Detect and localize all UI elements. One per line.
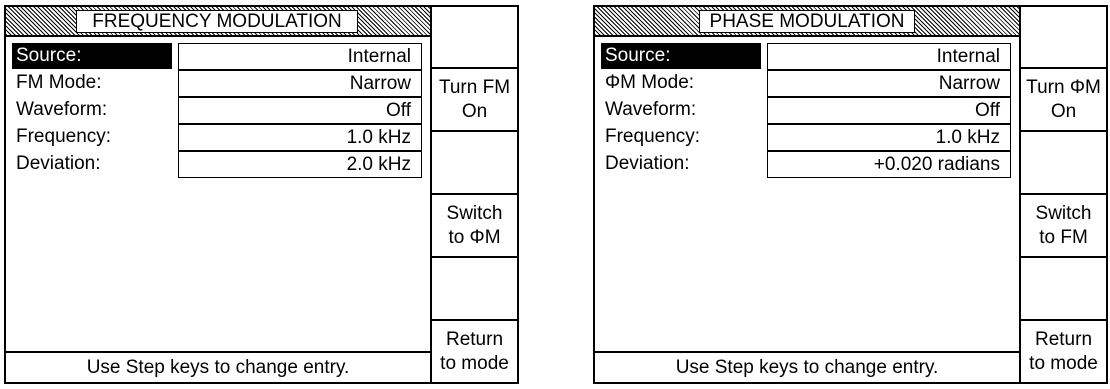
fm-source-label: Source: (12, 43, 172, 69)
pm-softkey-1[interactable] (1021, 7, 1106, 69)
pm-switch-line1: Switch (1035, 202, 1092, 224)
pm-source-value[interactable]: Internal (767, 43, 1011, 70)
pm-turn-on-softkey[interactable]: Turn ΦM On (1021, 69, 1106, 132)
pm-softkey-5[interactable] (1021, 258, 1106, 321)
fm-row-deviation[interactable]: Deviation: 2.0 kHz (12, 151, 422, 178)
fm-row-waveform[interactable]: Waveform: Off (12, 97, 422, 124)
pm-softkey-3[interactable] (1021, 132, 1106, 195)
pm-softkey-column: Turn ΦM On Switch to FM Return to mode (1019, 7, 1106, 382)
fm-deviation-label: Deviation: (16, 153, 101, 174)
fm-waveform-label: Waveform: (16, 99, 108, 120)
pm-waveform-label: Waveform: (605, 99, 697, 120)
pm-turn-on-line2: On (1050, 100, 1077, 122)
fm-softkey-1[interactable] (432, 7, 517, 69)
pm-source-label: Source: (601, 43, 761, 69)
fm-parameter-list: Source: Internal FM Mode: Narrow Wavefor… (12, 43, 422, 178)
fm-frequency-label: Frequency: (16, 126, 112, 147)
fm-frequency-value[interactable]: 1.0 kHz (178, 124, 422, 151)
fm-mode-label: FM Mode: (16, 72, 102, 93)
fm-softkey-3[interactable] (432, 132, 517, 195)
pm-return-line1: Return (1034, 328, 1093, 350)
pm-switch-line2: to FM (1039, 226, 1088, 248)
pm-row-waveform[interactable]: Waveform: Off (601, 97, 1011, 124)
fm-switch-line2: to ΦM (448, 226, 501, 248)
fm-turn-on-line1: Turn FM (438, 76, 511, 98)
pm-row-frequency[interactable]: Frequency: 1.0 kHz (601, 124, 1011, 151)
fm-return-line1: Return (445, 328, 504, 350)
fm-turn-on-softkey[interactable]: Turn FM On (432, 69, 517, 132)
pm-return-line2: to mode (1029, 352, 1098, 374)
pm-parameter-list: Source: Internal ΦM Mode: Narrow Wavefor… (601, 43, 1011, 178)
pm-row-source[interactable]: Source: Internal (601, 43, 1011, 70)
fm-switch-softkey[interactable]: Switch to ΦM (432, 195, 517, 258)
pm-row-mode[interactable]: ΦM Mode: Narrow (601, 70, 1011, 97)
pm-row-deviation[interactable]: Deviation: +0.020 radians (601, 151, 1011, 178)
fm-row-source[interactable]: Source: Internal (12, 43, 422, 70)
pm-mode-label: ΦM Mode: (605, 72, 695, 93)
pm-screen-title: PHASE MODULATION (699, 10, 915, 33)
fm-title-bar: FREQUENCY MODULATION (6, 7, 430, 37)
fm-row-mode[interactable]: FM Mode: Narrow (12, 70, 422, 97)
pm-return-softkey[interactable]: Return to mode (1021, 321, 1106, 382)
pm-status-line: Use Step keys to change entry. (595, 351, 1019, 382)
pm-mode-value[interactable]: Narrow (767, 70, 1011, 97)
fm-mode-value[interactable]: Narrow (178, 70, 422, 97)
pm-waveform-value[interactable]: Off (767, 97, 1011, 124)
pm-frequency-label: Frequency: (605, 126, 701, 147)
pm-frequency-value[interactable]: 1.0 kHz (767, 124, 1011, 151)
fm-switch-line1: Switch (446, 202, 503, 224)
fm-status-line: Use Step keys to change entry. (6, 351, 430, 382)
pm-turn-on-line1: Turn ΦM (1026, 76, 1101, 98)
fm-softkey-5[interactable] (432, 258, 517, 321)
pm-screen: PHASE MODULATION Source: Internal ΦM Mod… (593, 5, 1108, 384)
fm-return-line2: to mode (440, 352, 509, 374)
fm-row-frequency[interactable]: Frequency: 1.0 kHz (12, 124, 422, 151)
fm-turn-on-line2: On (461, 100, 488, 122)
pm-title-bar: PHASE MODULATION (595, 7, 1019, 37)
fm-screen: FREQUENCY MODULATION Source: Internal FM… (4, 5, 519, 384)
fm-return-softkey[interactable]: Return to mode (432, 321, 517, 382)
fm-source-value[interactable]: Internal (178, 43, 422, 70)
fm-softkey-column: Turn FM On Switch to ΦM Return to mode (430, 7, 517, 382)
pm-switch-softkey[interactable]: Switch to FM (1021, 195, 1106, 258)
fm-deviation-value[interactable]: 2.0 kHz (178, 151, 422, 178)
pm-deviation-label: Deviation: (605, 153, 690, 174)
fm-waveform-value[interactable]: Off (178, 97, 422, 124)
pm-deviation-value[interactable]: +0.020 radians (767, 151, 1011, 178)
fm-screen-title: FREQUENCY MODULATION (76, 10, 358, 33)
